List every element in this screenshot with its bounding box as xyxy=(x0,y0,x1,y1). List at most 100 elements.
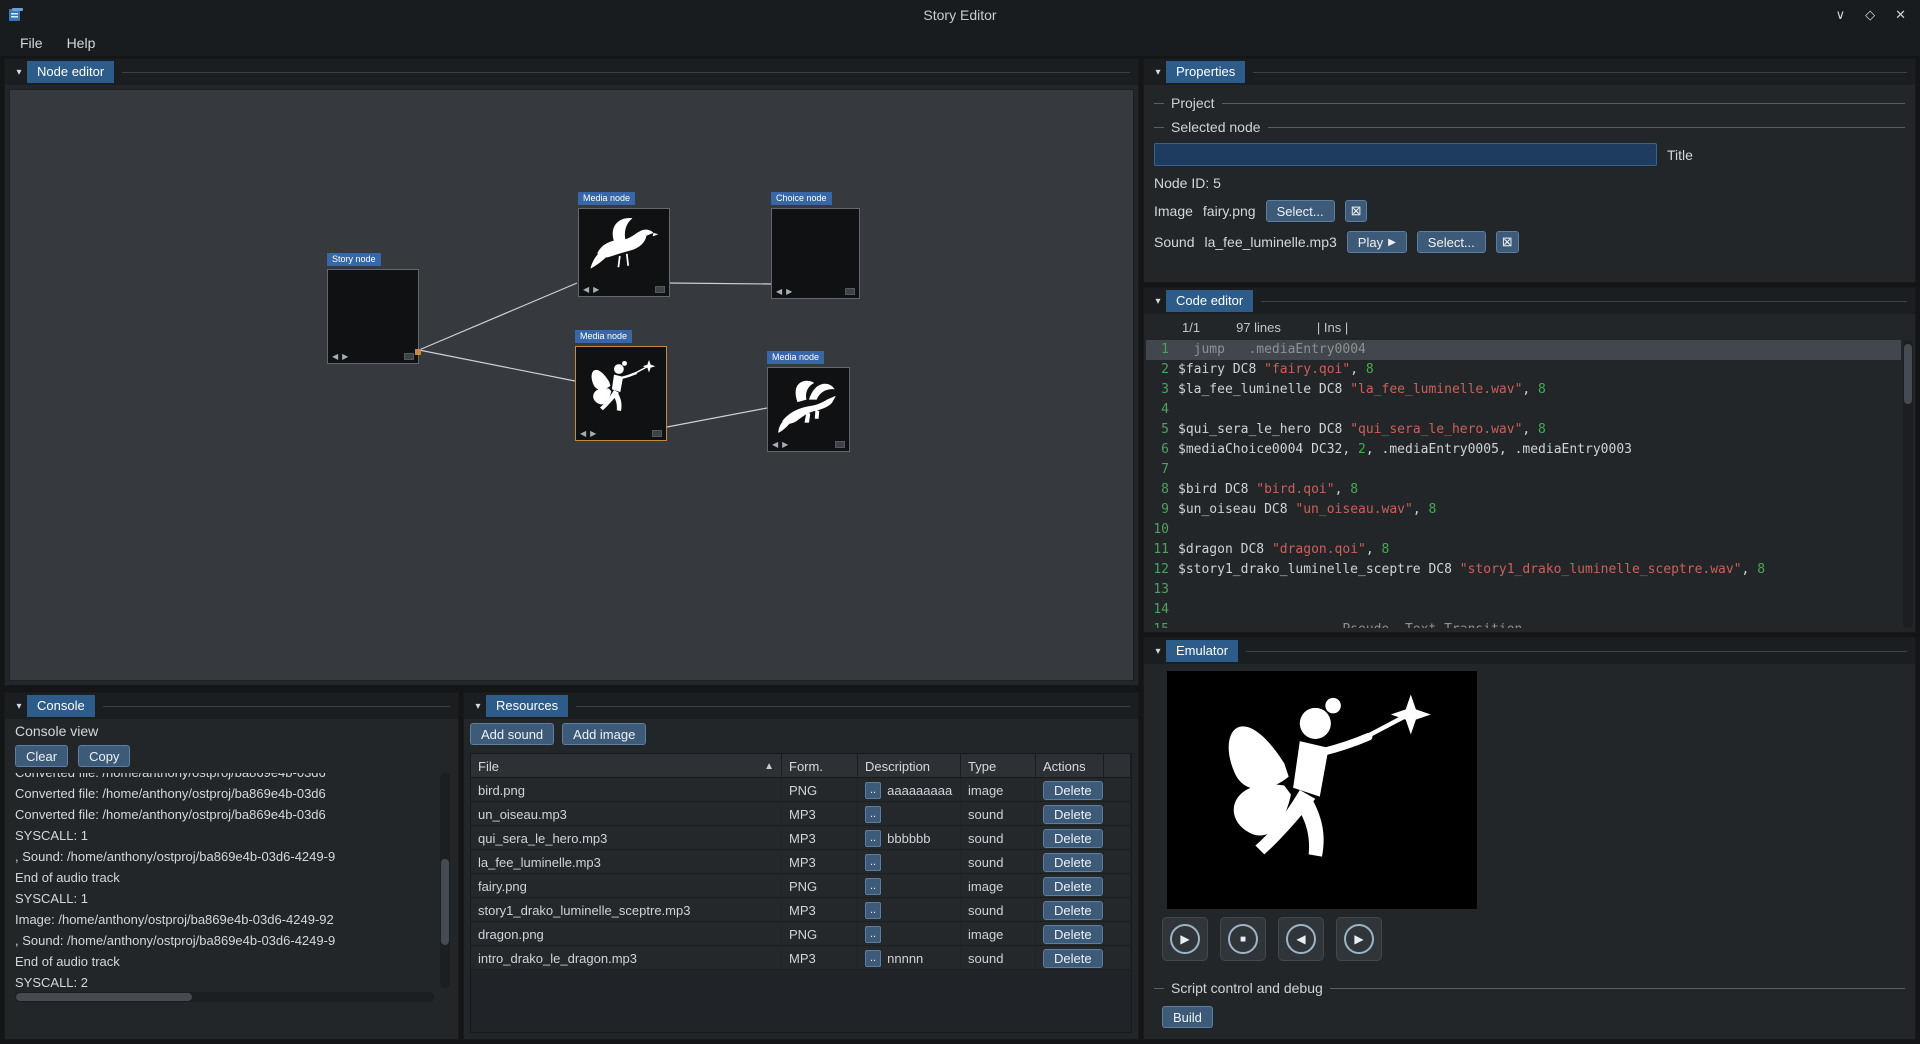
minimize-button-icon[interactable]: ∨ xyxy=(1836,7,1846,23)
code-line[interactable]: 5$qui_sera_le_hero DC8 "qui_sera_le_hero… xyxy=(1146,420,1901,440)
code-vertical-scrollbar[interactable] xyxy=(1903,340,1913,628)
collapse-icon[interactable]: ▾ xyxy=(1150,67,1166,78)
code-line[interactable]: 11$dragon DC8 "dragon.qoi", 8 xyxy=(1146,540,1901,560)
collapse-icon[interactable]: ▾ xyxy=(1150,296,1166,307)
column-header-description[interactable]: Description xyxy=(858,754,961,778)
properties-header[interactable]: ▾ Properties xyxy=(1144,59,1915,85)
sound-play-button[interactable]: Play▶ xyxy=(1347,231,1407,253)
resource-delete-button[interactable]: Delete xyxy=(1043,781,1103,800)
add-image-button[interactable]: Add image xyxy=(562,723,646,745)
resources-header[interactable]: ▾ Resources xyxy=(464,693,1138,719)
resource-delete-button[interactable]: Delete xyxy=(1043,853,1103,872)
menu-help[interactable]: Help xyxy=(57,32,106,54)
resource-row[interactable]: la_fee_luminelle.mp3MP3..soundDelete xyxy=(471,850,1131,874)
code-line[interactable]: 7 xyxy=(1146,460,1901,480)
close-button-icon[interactable]: ✕ xyxy=(1895,7,1906,23)
node-body[interactable]: ◀ ▶ xyxy=(575,346,667,441)
resource-delete-button[interactable]: Delete xyxy=(1043,949,1103,968)
code-line[interactable]: 13 xyxy=(1146,580,1901,600)
stop-button[interactable]: ■ xyxy=(1220,917,1266,961)
code-line[interactable]: 2$fairy DC8 "fairy.qoi", 8 xyxy=(1146,360,1901,380)
description-edit-button[interactable]: .. xyxy=(865,830,881,847)
graph-node-dragon[interactable]: Media node ◀ ▶ xyxy=(767,351,850,449)
code-line[interactable]: 1 jump .mediaEntry0004 xyxy=(1146,340,1901,360)
column-header-actions[interactable]: Actions xyxy=(1036,754,1104,778)
code-line[interactable]: 4 xyxy=(1146,400,1901,420)
node-prev-button[interactable]: ◀ xyxy=(772,440,778,449)
resource-row[interactable]: story1_drako_luminelle_sceptre.mp3MP3..s… xyxy=(471,898,1131,922)
node-value-box[interactable] xyxy=(845,288,855,295)
node-next-button[interactable]: ▶ xyxy=(782,440,788,449)
step-back-button[interactable]: ◀ xyxy=(1278,917,1324,961)
sound-select-button[interactable]: Select... xyxy=(1417,231,1486,253)
console-log[interactable]: Converted file: /home/anthony/ostproj/ba… xyxy=(15,773,434,988)
graph-node-choice[interactable]: Choice node ◀ ▶ xyxy=(771,192,860,296)
description-edit-button[interactable]: .. xyxy=(865,806,881,823)
resource-row[interactable]: qui_sera_le_hero.mp3MP3..bbbbbbsoundDele… xyxy=(471,826,1131,850)
console-horizontal-scrollbar[interactable] xyxy=(15,992,434,1002)
scrollbar-thumb[interactable] xyxy=(1904,344,1912,404)
console-vertical-scrollbar[interactable] xyxy=(440,773,450,988)
column-header-file[interactable]: File▲ xyxy=(471,754,782,778)
description-edit-button[interactable]: .. xyxy=(865,854,881,871)
code-line[interactable]: 3$la_fee_luminelle DC8 "la_fee_luminelle… xyxy=(1146,380,1901,400)
step-forward-button[interactable]: ▶ xyxy=(1336,917,1382,961)
code-line[interactable]: 12$story1_drako_luminelle_sceptre DC8 "s… xyxy=(1146,560,1901,580)
node-next-button[interactable]: ▶ xyxy=(342,352,348,361)
code-editor-header[interactable]: ▾ Code editor xyxy=(1144,288,1915,314)
titlebar[interactable]: Story Editor ∨ ◇ ✕ xyxy=(0,0,1920,29)
resource-delete-button[interactable]: Delete xyxy=(1043,829,1103,848)
node-prev-button[interactable]: ◀ xyxy=(332,352,338,361)
title-input[interactable] xyxy=(1154,143,1657,166)
resource-delete-button[interactable]: Delete xyxy=(1043,805,1103,824)
code-line[interactable]: 9$un_oiseau DC8 "un_oiseau.wav", 8 xyxy=(1146,500,1901,520)
image-select-button[interactable]: Select... xyxy=(1266,200,1335,222)
resource-row[interactable]: dragon.pngPNG..imageDelete xyxy=(471,922,1131,946)
resource-delete-button[interactable]: Delete xyxy=(1043,877,1103,896)
node-next-button[interactable]: ▶ xyxy=(590,429,596,438)
scrollbar-thumb[interactable] xyxy=(441,859,449,945)
node-body[interactable]: ◀ ▶ xyxy=(578,208,670,297)
node-output-port[interactable] xyxy=(415,349,421,355)
code-line[interactable]: 6$mediaChoice0004 DC32, 2, .mediaEntry00… xyxy=(1146,440,1901,460)
menu-file[interactable]: File xyxy=(10,32,53,54)
scrollbar-thumb[interactable] xyxy=(16,993,192,1001)
node-body[interactable]: ◀ ▶ xyxy=(767,367,850,452)
graph-node-story[interactable]: Story node ◀ ▶ xyxy=(327,253,419,361)
code-line[interactable]: 8$bird DC8 "bird.qoi", 8 xyxy=(1146,480,1901,500)
node-body[interactable]: ◀ ▶ xyxy=(327,269,419,364)
console-header[interactable]: ▾ Console xyxy=(5,693,458,719)
resource-row[interactable]: un_oiseau.mp3MP3..soundDelete xyxy=(471,802,1131,826)
node-next-button[interactable]: ▶ xyxy=(786,287,792,296)
play-button[interactable]: ▶ xyxy=(1162,917,1208,961)
description-edit-button[interactable]: .. xyxy=(865,950,881,967)
node-editor-header[interactable]: ▾ Node editor xyxy=(5,59,1138,85)
code-line[interactable]: 15 Pseudo Text Transition xyxy=(1146,620,1901,628)
graph-node-fairy[interactable]: Media node ◀ ▶ xyxy=(575,330,667,438)
node-value-box[interactable] xyxy=(652,430,662,437)
description-edit-button[interactable]: .. xyxy=(865,926,881,943)
graph-node-bird[interactable]: Media node ◀ ▶ xyxy=(578,192,670,294)
description-edit-button[interactable]: .. xyxy=(865,878,881,895)
resource-row[interactable]: intro_drako_le_dragon.mp3MP3..nnnnnsound… xyxy=(471,946,1131,970)
description-edit-button[interactable]: .. xyxy=(865,902,881,919)
node-value-box[interactable] xyxy=(655,286,665,293)
node-prev-button[interactable]: ◀ xyxy=(583,285,589,294)
column-header-type[interactable]: Type xyxy=(961,754,1036,778)
node-canvas[interactable]: Story node ◀ ▶ Media node ◀ ▶ xyxy=(9,89,1134,681)
collapse-icon[interactable]: ▾ xyxy=(470,701,486,712)
collapse-icon[interactable]: ▾ xyxy=(1150,646,1166,657)
emulator-header[interactable]: ▾ Emulator xyxy=(1144,638,1915,664)
console-copy-button[interactable]: Copy xyxy=(78,745,130,767)
node-next-button[interactable]: ▶ xyxy=(593,285,599,294)
node-prev-button[interactable]: ◀ xyxy=(580,429,586,438)
code-text-area[interactable]: 1 jump .mediaEntry00042$fairy DC8 "fairy… xyxy=(1146,340,1901,628)
node-body[interactable]: ◀ ▶ xyxy=(771,208,860,299)
sound-clear-button[interactable]: ⊠ xyxy=(1496,231,1519,253)
collapse-icon[interactable]: ▾ xyxy=(11,701,27,712)
node-value-box[interactable] xyxy=(835,441,845,448)
maximize-button-icon[interactable]: ◇ xyxy=(1865,7,1875,23)
column-header-format[interactable]: Form. xyxy=(782,754,858,778)
add-sound-button[interactable]: Add sound xyxy=(470,723,554,745)
node-value-box[interactable] xyxy=(404,353,414,360)
